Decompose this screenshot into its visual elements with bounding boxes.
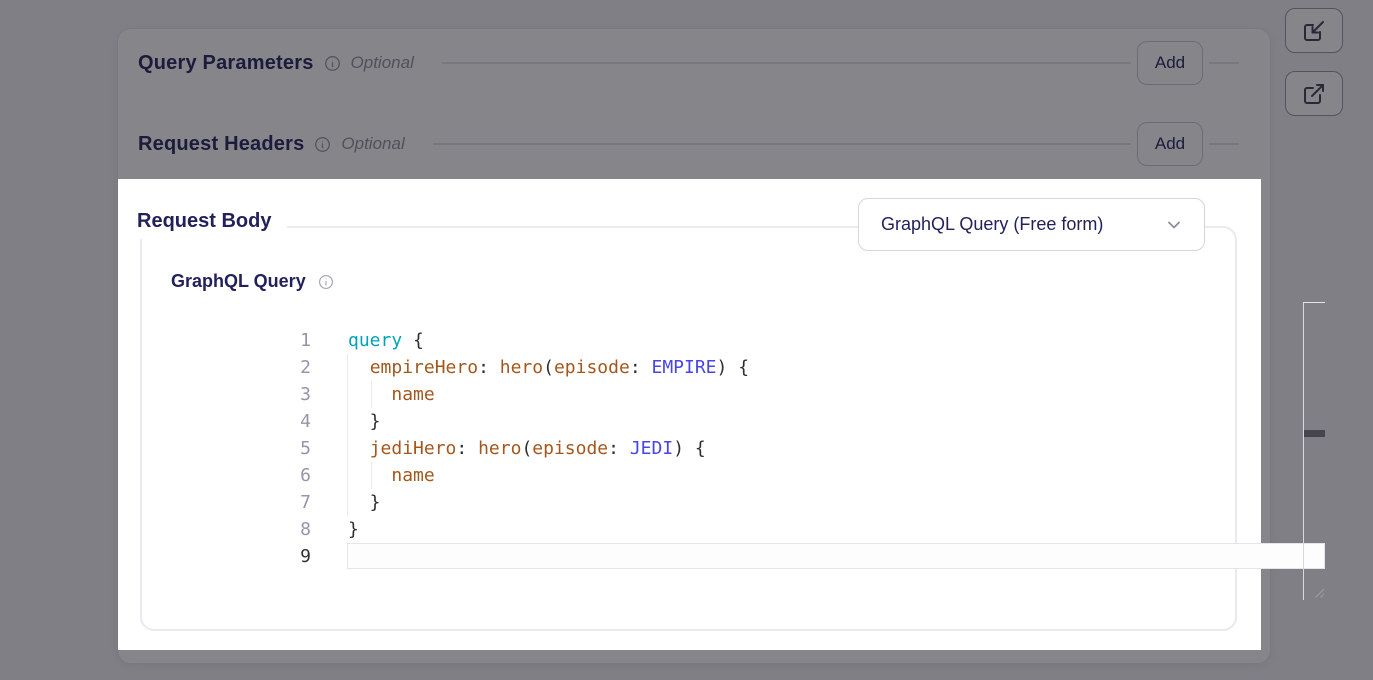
line-number: 9	[283, 543, 311, 570]
code-token-punc: }	[348, 411, 381, 432]
code-token-punc	[348, 357, 370, 378]
code-token-prop: empireHero	[370, 357, 478, 378]
code-token-atom: EMPIRE	[652, 357, 717, 378]
code-token-punc	[348, 438, 370, 459]
code-line[interactable]: }	[348, 516, 749, 543]
line-number: 1	[283, 327, 311, 354]
code-line[interactable]: name	[348, 462, 749, 489]
chevron-down-icon	[1164, 215, 1184, 235]
code-token-punc: :	[456, 438, 478, 459]
line-number: 6	[283, 462, 311, 489]
line-number: 8	[283, 516, 311, 543]
code-token-prop: hero	[500, 357, 543, 378]
code-token-prop: jediHero	[370, 438, 457, 459]
code-token-punc: :	[608, 438, 630, 459]
code-line[interactable]: query {	[348, 327, 749, 354]
info-icon[interactable]	[318, 274, 334, 290]
editor-code: query { empireHero: hero(episode: EMPIRE…	[348, 327, 749, 570]
code-line[interactable]: }	[348, 408, 749, 435]
body-type-value: GraphQL Query (Free form)	[881, 214, 1103, 235]
code-token-prop: episode	[554, 357, 630, 378]
modal-title: Request Body	[137, 203, 287, 239]
code-token-punc: }	[348, 519, 359, 540]
code-token-prop: name	[391, 465, 434, 486]
code-token-punc: ) {	[673, 438, 706, 459]
code-token-punc: (	[543, 357, 554, 378]
code-token-kw: query	[348, 330, 402, 351]
code-token-punc	[348, 465, 391, 486]
page-background: Query Parameters Optional Add Request He…	[0, 0, 1373, 680]
code-token-punc: }	[348, 492, 381, 513]
code-token-punc: :	[630, 357, 652, 378]
code-line[interactable]: name	[348, 381, 749, 408]
resize-grip-icon[interactable]	[1310, 584, 1326, 600]
code-token-punc: {	[402, 330, 424, 351]
code-line[interactable]: empireHero: hero(episode: EMPIRE) {	[348, 354, 749, 381]
code-token-prop: hero	[478, 438, 521, 459]
line-number: 3	[283, 381, 311, 408]
line-number: 2	[283, 354, 311, 381]
request-body-modal: Request Body GraphQL Query (Free form) G…	[118, 179, 1261, 650]
graphql-query-label-row: GraphQL Query	[171, 271, 334, 292]
body-type-select[interactable]: GraphQL Query (Free form)	[858, 198, 1205, 251]
scrollbar-thumb[interactable]	[1304, 430, 1325, 437]
code-token-punc: :	[478, 357, 500, 378]
line-number: 5	[283, 435, 311, 462]
divider	[1303, 302, 1325, 303]
graphql-query-editor[interactable]: 123456789 query { empireHero: hero(episo…	[283, 302, 1343, 600]
code-token-punc: (	[521, 438, 532, 459]
code-line[interactable]	[348, 543, 749, 570]
code-line[interactable]: }	[348, 489, 749, 516]
graphql-query-label: GraphQL Query	[171, 271, 306, 292]
editor-scrollbar-track	[1303, 302, 1304, 600]
code-token-prop: episode	[532, 438, 608, 459]
code-token-atom: JEDI	[630, 438, 673, 459]
code-line[interactable]: jediHero: hero(episode: JEDI) {	[348, 435, 749, 462]
code-token-prop: name	[391, 384, 434, 405]
line-number: 7	[283, 489, 311, 516]
code-token-punc: ) {	[717, 357, 750, 378]
editor-gutter: 123456789	[283, 327, 311, 570]
code-token-punc	[348, 384, 391, 405]
line-number: 4	[283, 408, 311, 435]
